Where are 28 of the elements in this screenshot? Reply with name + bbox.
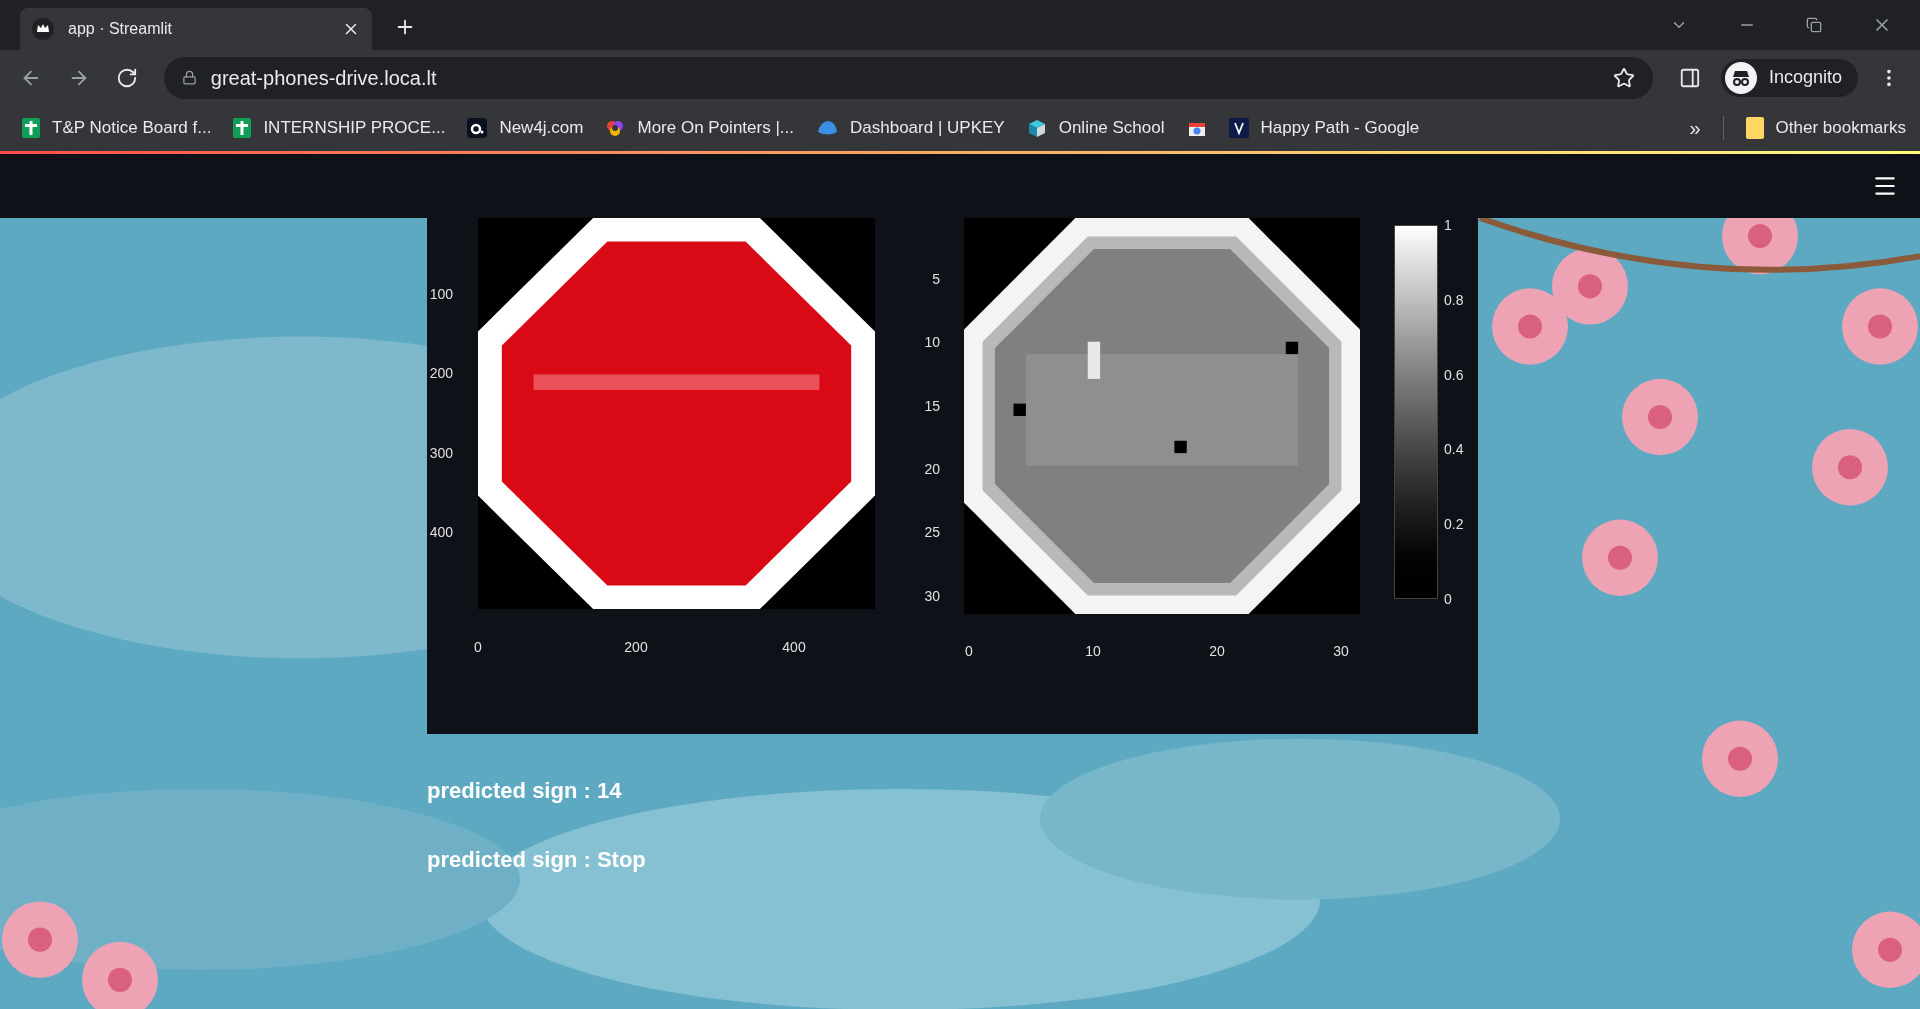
star-icon[interactable]: [1613, 66, 1636, 89]
url-text: great-phones-drive.loca.lt: [210, 65, 438, 91]
spreadsheet-icon: [22, 118, 40, 138]
bookmark[interactable]: Dashboard | UPKEY: [816, 115, 1005, 141]
bookmark[interactable]: T&P Notice Board f...: [22, 115, 212, 141]
browser-tab[interactable]: app · Streamlit: [20, 8, 372, 50]
bookmark[interactable]: New4j.com: [467, 115, 584, 141]
lock-icon: [181, 70, 197, 85]
incognito-icon: [1725, 61, 1757, 94]
folder-icon: [1745, 117, 1764, 139]
bookmark[interactable]: Online School: [1026, 115, 1165, 141]
cube-icon: [1026, 118, 1047, 138]
other-bookmarks[interactable]: Other bookmarks: [1745, 115, 1906, 141]
bookmark[interactable]: More On Pointers |...: [605, 115, 794, 141]
side-panel-icon[interactable]: [1679, 66, 1701, 89]
spreadsheet-icon: [233, 118, 252, 138]
profile-button[interactable]: Incognito: [1721, 58, 1859, 97]
swirl-icon: [605, 118, 626, 138]
bookmark[interactable]: INTERNSHIP PROCE...: [233, 115, 446, 141]
restore-icon[interactable]: [1806, 17, 1822, 33]
crown-icon: [32, 18, 54, 40]
app-icon: [467, 118, 488, 138]
bookmark[interactable]: Happy Path - Google: [1228, 115, 1420, 141]
more-bookmarks-button[interactable]: »: [1689, 113, 1701, 143]
address-bar[interactable]: great-phones-drive.loca.lt: [163, 56, 1654, 99]
tab-title: app · Streamlit: [68, 19, 174, 39]
v-logo-icon: [1228, 118, 1249, 138]
reload-icon[interactable]: [115, 66, 138, 89]
